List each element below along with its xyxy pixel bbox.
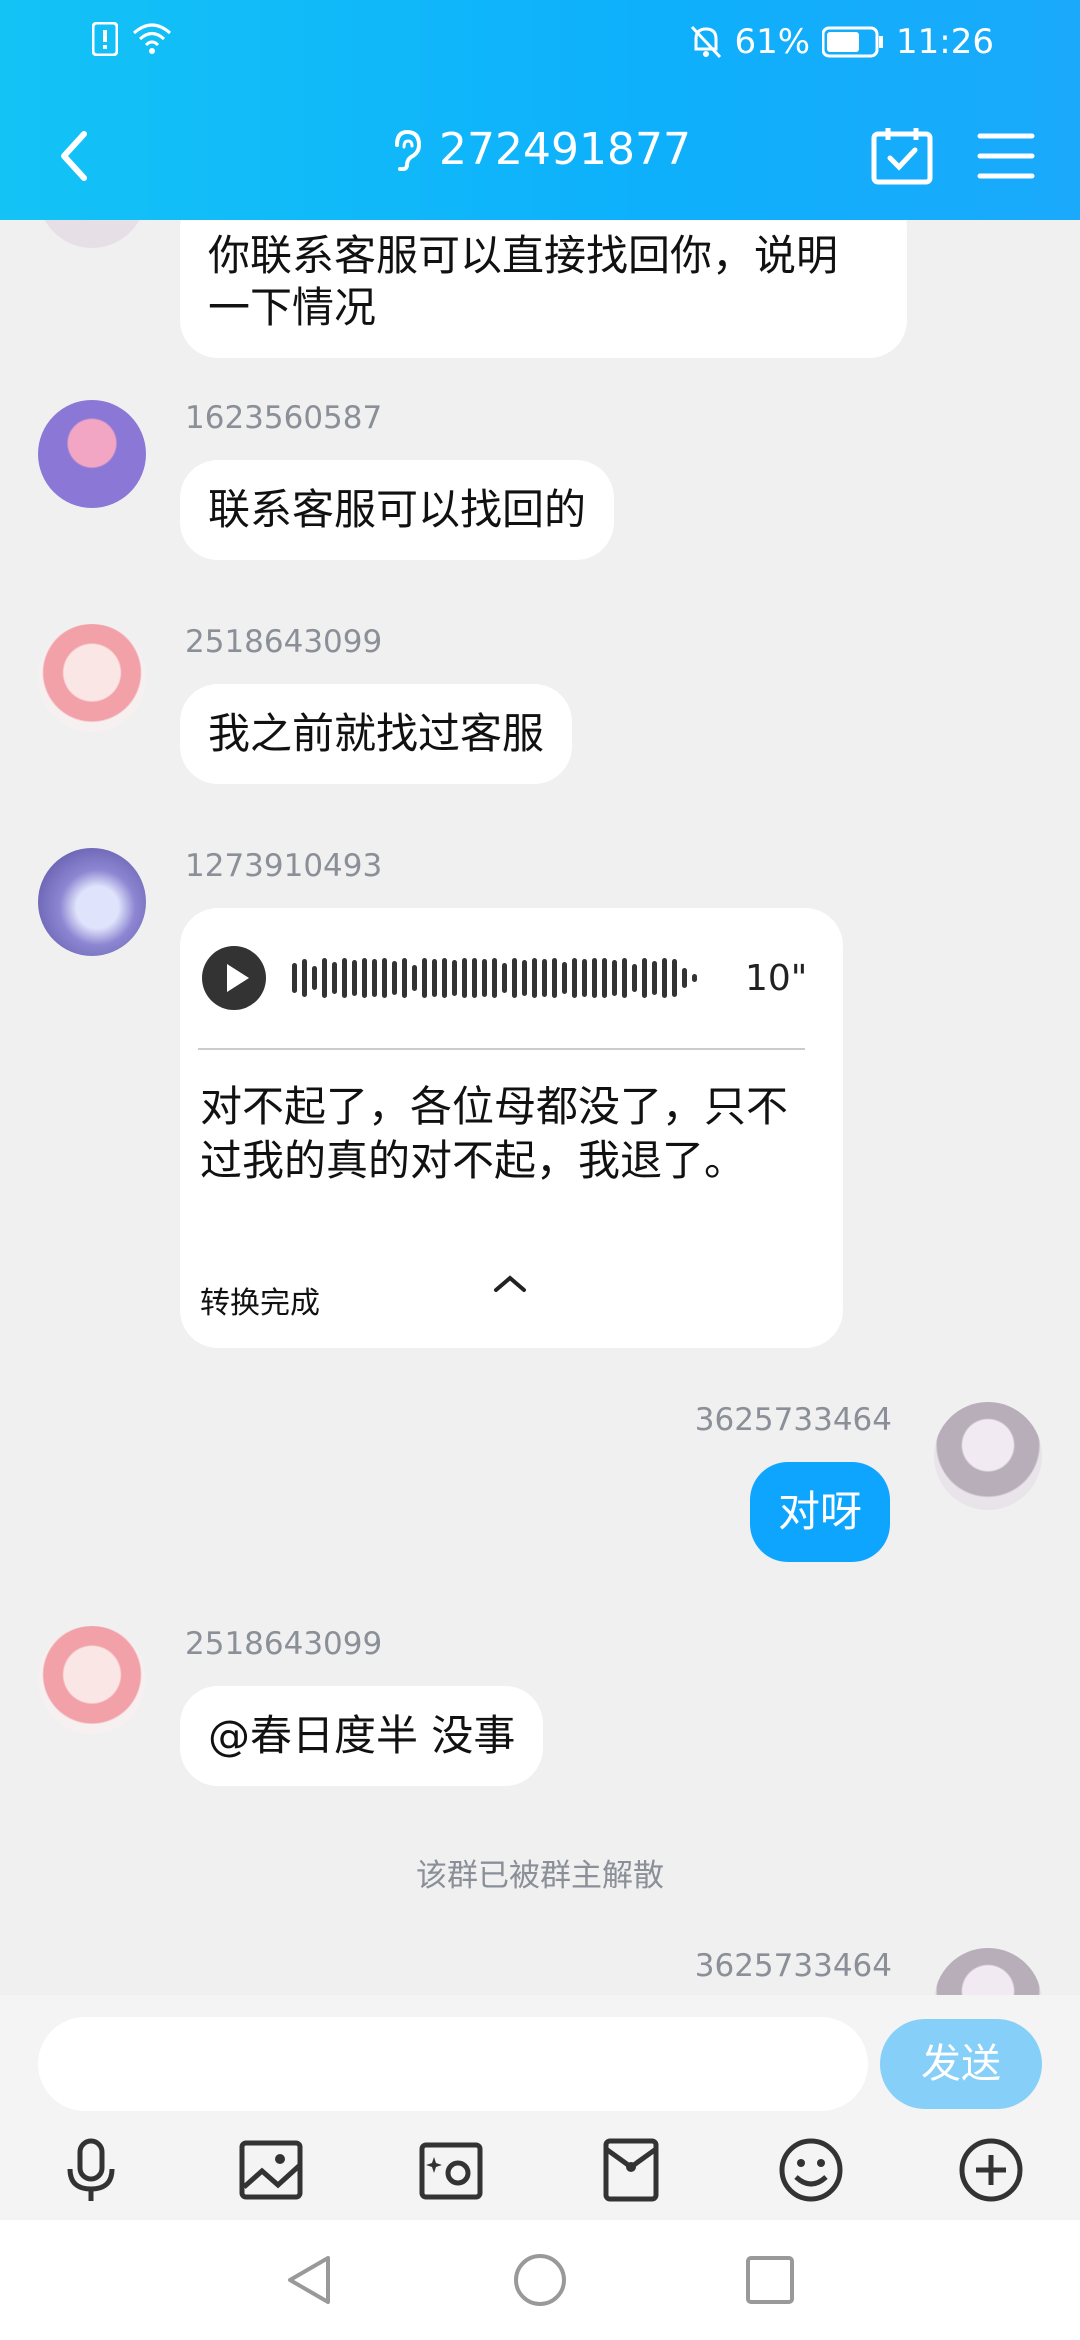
send-button[interactable]: 发送 bbox=[880, 2019, 1042, 2109]
system-nav-bar bbox=[0, 2220, 1080, 2340]
avatar[interactable] bbox=[38, 624, 146, 732]
message-input[interactable] bbox=[38, 2017, 868, 2111]
waveform bbox=[292, 956, 697, 1000]
message-text: 联系客服可以找回的 bbox=[208, 485, 587, 534]
nav-home-icon[interactable] bbox=[510, 2250, 570, 2310]
voice-transcript: 对不起了，各位母都没了，只不过我的真的对不起，我退了。 bbox=[200, 1082, 789, 1185]
avatar[interactable] bbox=[38, 400, 146, 508]
battery-icon bbox=[822, 26, 884, 58]
avatar[interactable] bbox=[38, 1626, 146, 1734]
avatar[interactable] bbox=[38, 220, 146, 248]
sender-name: 3625733464 bbox=[694, 1948, 892, 1984]
menu-icon[interactable] bbox=[974, 124, 1038, 188]
message-bubble[interactable]: 我之前就找过客服 bbox=[180, 684, 573, 784]
conversion-status: 转换完成 bbox=[200, 1286, 320, 1321]
calendar-check-icon[interactable] bbox=[870, 124, 934, 188]
composer: 发送 bbox=[0, 1995, 1080, 2220]
message-text: 对呀 bbox=[778, 1487, 863, 1536]
message-bubble[interactable]: 联系客服可以找回的 bbox=[180, 460, 615, 560]
message-text: @春日度半 没事 bbox=[208, 1711, 516, 1760]
voice-duration: 10" bbox=[745, 958, 808, 999]
mute-bell-icon bbox=[691, 25, 722, 59]
app-header: 61% 11:26 272491877 bbox=[0, 0, 1080, 220]
status-bar: 61% 11:26 bbox=[0, 18, 1080, 68]
message-list[interactable]: 你联系客服可以直接找回你，说明一下情况 1623560587 联系客服可以找回的… bbox=[0, 220, 1080, 1995]
message-text: 我之前就找过客服 bbox=[208, 709, 545, 758]
sender-name: 1623560587 bbox=[185, 400, 383, 436]
clock: 11:26 bbox=[896, 22, 994, 62]
chevron-up-icon[interactable] bbox=[490, 1268, 530, 1298]
divider bbox=[198, 1048, 805, 1050]
avatar[interactable] bbox=[934, 1948, 1042, 1995]
chat-title-text: 272491877 bbox=[439, 124, 691, 175]
sender-name: 3625733464 bbox=[694, 1402, 892, 1438]
sender-name: 2518643099 bbox=[185, 1626, 383, 1662]
ear-icon bbox=[395, 129, 422, 171]
sender-name: 2518643099 bbox=[185, 624, 383, 660]
avatar[interactable] bbox=[38, 848, 146, 956]
system-notice: 该群已被群主解散 bbox=[416, 1858, 664, 1894]
nav-recents-icon[interactable] bbox=[740, 2250, 800, 2310]
microphone-icon[interactable] bbox=[56, 2135, 126, 2205]
wifi-icon bbox=[133, 23, 171, 54]
battery-percent: 61% bbox=[734, 22, 811, 62]
plus-icon[interactable] bbox=[956, 2135, 1026, 2205]
red-packet-icon[interactable] bbox=[596, 2135, 666, 2205]
sender-name: 1273910493 bbox=[185, 848, 383, 884]
nav-bar: 272491877 bbox=[0, 110, 1080, 200]
message-bubble[interactable]: 你联系客服可以直接找回你，说明一下情况 bbox=[180, 220, 907, 358]
voice-message[interactable]: 10" 对不起了，各位母都没了，只不过我的真的对不起，我退了。 转换完成 bbox=[180, 908, 843, 1348]
composer-toolbar bbox=[0, 2135, 1080, 2215]
sim-alert-icon bbox=[92, 22, 118, 56]
nav-back-icon[interactable] bbox=[280, 2250, 340, 2310]
message-bubble[interactable]: 对呀 bbox=[750, 1462, 891, 1562]
avatar[interactable] bbox=[934, 1402, 1042, 1510]
emoji-icon[interactable] bbox=[776, 2135, 846, 2205]
image-icon[interactable] bbox=[236, 2135, 306, 2205]
camera-icon[interactable] bbox=[416, 2135, 486, 2205]
message-bubble[interactable]: @春日度半 没事 bbox=[180, 1686, 544, 1786]
play-icon[interactable] bbox=[202, 946, 266, 1010]
message-text: 你联系客服可以直接找回你，说明一下情况 bbox=[208, 231, 839, 332]
